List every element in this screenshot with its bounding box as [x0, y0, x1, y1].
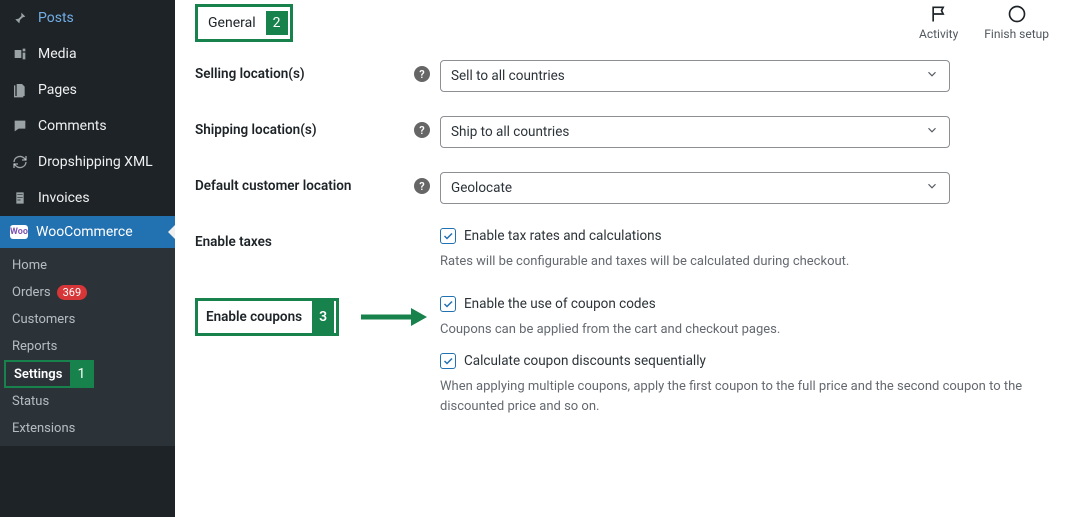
- sidebar-item-woocommerce[interactable]: Woo WooCommerce: [0, 216, 175, 248]
- sidebar-subitem-extensions[interactable]: Extensions: [0, 415, 175, 442]
- top-bar: General 2 Activity Finish setup: [195, 0, 1049, 42]
- field-label: Enable coupons: [206, 309, 302, 325]
- sidebar-item-label: Posts: [38, 10, 74, 26]
- sidebar-subitem-orders[interactable]: Orders 369: [0, 279, 175, 306]
- sidebar-subitem-label: Status: [12, 394, 49, 409]
- field-label: Enable taxes: [195, 234, 272, 250]
- circle-icon: [1007, 4, 1027, 27]
- chevron-down-icon: [925, 123, 939, 141]
- sidebar-subitem-home[interactable]: Home: [0, 252, 175, 279]
- field-description: Rates will be configurable and taxes wil…: [440, 252, 1049, 272]
- header-actions: Activity Finish setup: [919, 4, 1049, 41]
- sidebar-subitem-label: Settings: [14, 367, 62, 382]
- sidebar-subitem-label: Customers: [12, 312, 75, 327]
- annotation-general-tab-step: General 2: [195, 4, 293, 42]
- select-value: Geolocate: [451, 180, 512, 196]
- default-customer-location-select[interactable]: Geolocate: [440, 172, 950, 204]
- help-icon[interactable]: ?: [414, 66, 430, 82]
- sidebar-item-dropshipping[interactable]: Dropshipping XML: [0, 144, 175, 180]
- media-icon: [10, 44, 30, 64]
- field-label: Selling location(s): [195, 66, 305, 82]
- checkbox-label: Enable the use of coupon codes: [464, 296, 656, 312]
- annotation-step-number: 1: [70, 362, 92, 386]
- sidebar-subitem-customers[interactable]: Customers: [0, 306, 175, 333]
- woocommerce-icon: Woo: [10, 225, 28, 239]
- top-action-label: Activity: [919, 27, 958, 41]
- flag-icon: [929, 4, 949, 27]
- top-action-label: Finish setup: [984, 27, 1049, 41]
- row-calc-sequential: Calculate coupon discounts sequentially …: [195, 353, 1049, 416]
- field-description: Coupons can be applied from the cart and…: [440, 320, 1049, 340]
- sidebar-subitem-label: Extensions: [12, 421, 75, 436]
- sidebar-item-invoices[interactable]: Invoices: [0, 180, 175, 216]
- calc-sequential-checkbox[interactable]: Calculate coupon discounts sequentially: [440, 353, 1049, 369]
- sidebar-subitem-label: Home: [12, 258, 47, 273]
- pin-icon: [10, 8, 30, 28]
- sidebar-item-label: Dropshipping XML: [38, 154, 153, 170]
- annotation-step-number: 3: [312, 300, 334, 334]
- sidebar-item-posts[interactable]: Posts: [0, 0, 175, 36]
- sidebar-item-label: Pages: [38, 82, 77, 98]
- pages-icon: [10, 80, 30, 100]
- annotation-step-number: 2: [266, 11, 288, 35]
- sidebar-subitem-reports[interactable]: Reports: [0, 333, 175, 360]
- orders-count-badge: 369: [57, 285, 88, 300]
- select-value: Ship to all countries: [451, 124, 569, 140]
- sidebar-subitem-label: Reports: [12, 339, 57, 354]
- chevron-down-icon: [925, 67, 939, 85]
- selling-location-select[interactable]: Sell to all countries: [440, 60, 950, 92]
- sidebar-subitem-settings[interactable]: Settings: [6, 363, 70, 386]
- comment-icon: [10, 116, 30, 136]
- woocommerce-submenu: Home Orders 369 Customers Reports Settin…: [0, 248, 175, 446]
- chevron-down-icon: [925, 179, 939, 197]
- row-shipping-location: Shipping location(s) ? Ship to all count…: [195, 116, 1049, 148]
- field-description: When applying multiple coupons, apply th…: [440, 377, 1049, 416]
- checkbox-checked-icon: [440, 228, 456, 244]
- sidebar-subitem-label: Orders: [12, 285, 51, 300]
- tab-general[interactable]: General: [208, 15, 256, 31]
- sidebar-item-label: Invoices: [38, 190, 90, 206]
- sidebar-subitem-status[interactable]: Status: [0, 388, 175, 415]
- sidebar-item-pages[interactable]: Pages: [0, 72, 175, 108]
- row-default-customer-location: Default customer location ? Geolocate: [195, 172, 1049, 204]
- refresh-icon: [10, 152, 30, 172]
- row-enable-taxes: Enable taxes Enable tax rates and calcul…: [195, 228, 1049, 272]
- invoice-icon: [10, 188, 30, 208]
- enable-taxes-checkbox[interactable]: Enable tax rates and calculations: [440, 228, 1049, 244]
- sidebar-item-label: WooCommerce: [36, 224, 133, 240]
- checkbox-label: Enable tax rates and calculations: [464, 228, 662, 244]
- row-selling-location: Selling location(s) ? Sell to all countr…: [195, 60, 1049, 92]
- enable-coupons-checkbox[interactable]: Enable the use of coupon codes: [440, 296, 1049, 312]
- sidebar-item-comments[interactable]: Comments: [0, 108, 175, 144]
- shipping-location-select[interactable]: Ship to all countries: [440, 116, 950, 148]
- checkbox-label: Calculate coupon discounts sequentially: [464, 353, 706, 369]
- field-label: Default customer location: [195, 178, 351, 194]
- settings-panel: General 2 Activity Finish setup Selling …: [175, 0, 1069, 517]
- annotation-enable-coupons-step: Enable coupons 3: [195, 298, 339, 336]
- help-icon[interactable]: ?: [414, 178, 430, 194]
- finish-setup-button[interactable]: Finish setup: [984, 4, 1049, 41]
- activity-button[interactable]: Activity: [919, 4, 958, 41]
- help-icon[interactable]: ?: [414, 122, 430, 138]
- sidebar-item-label: Media: [38, 46, 77, 62]
- select-value: Sell to all countries: [451, 68, 565, 84]
- field-label: Shipping location(s): [195, 122, 317, 138]
- sidebar-item-label: Comments: [38, 118, 107, 134]
- annotation-settings-step: Settings 1: [4, 360, 94, 388]
- sidebar-item-media[interactable]: Media: [0, 36, 175, 72]
- annotation-arrow-icon: [359, 306, 429, 328]
- checkbox-checked-icon: [440, 353, 456, 369]
- row-enable-coupons: Enable coupons 3 Enable the use of coupo…: [195, 296, 1049, 340]
- admin-sidebar: Posts Media Pages Comments Dropshipping …: [0, 0, 175, 517]
- checkbox-checked-icon: [440, 296, 456, 312]
